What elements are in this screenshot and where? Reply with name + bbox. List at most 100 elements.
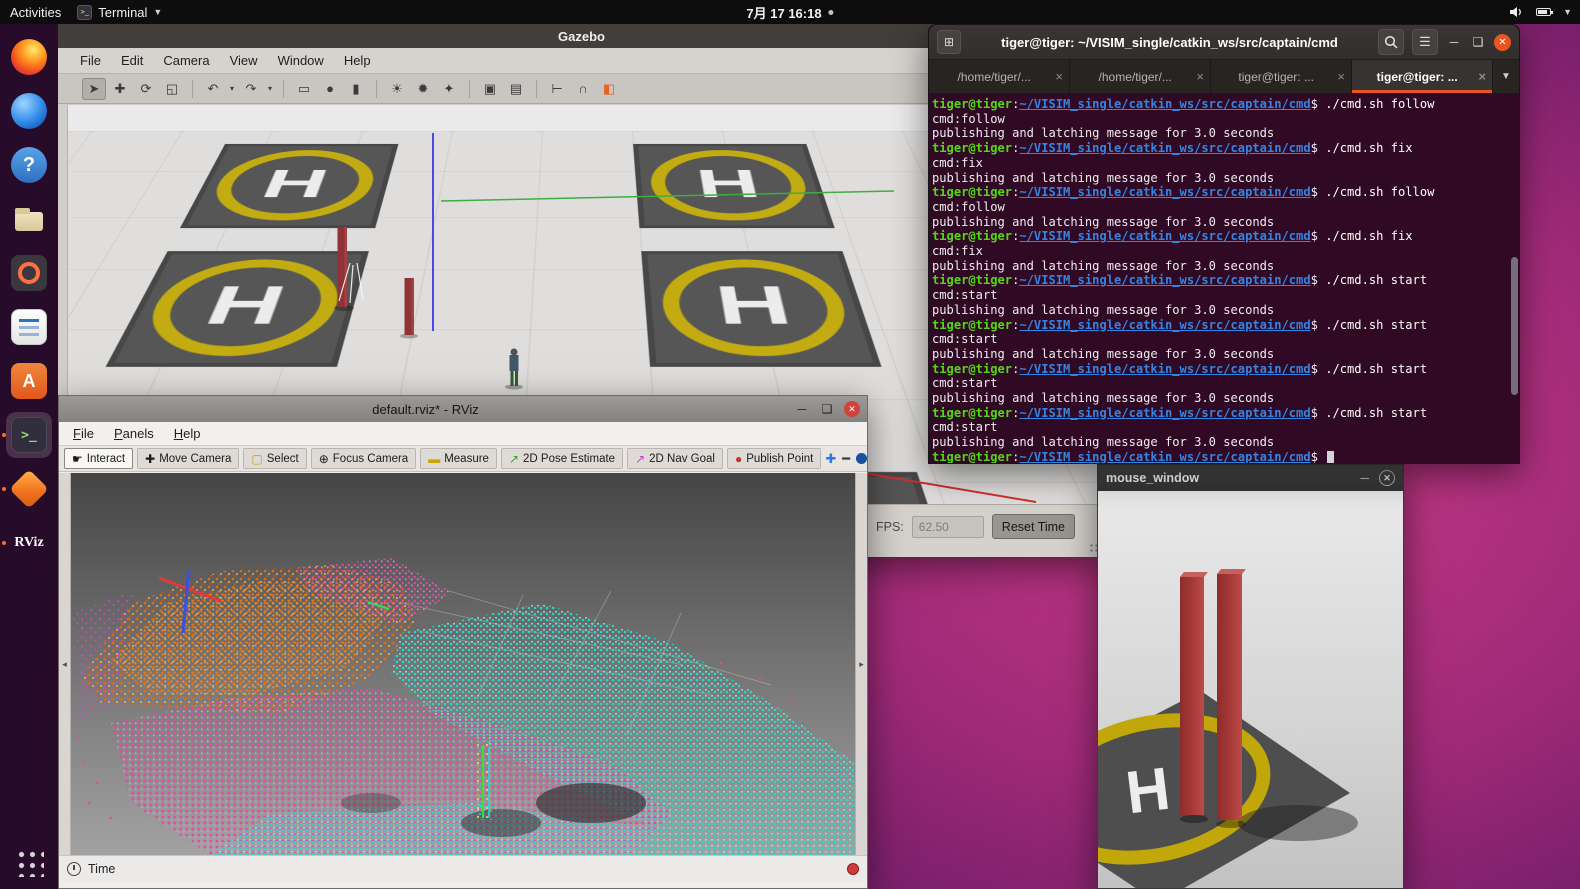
toolbar-separator <box>192 80 193 98</box>
gazebo-menu-edit[interactable]: Edit <box>111 50 153 71</box>
undo-button[interactable]: ↶ <box>201 78 225 100</box>
terminal-tab-1[interactable]: /home/tiger/...× <box>929 60 1070 93</box>
tool-label: 2D Nav Goal <box>649 453 715 465</box>
select-tool[interactable]: ➤ <box>82 78 106 100</box>
translate-tool[interactable]: ✚ <box>108 78 132 100</box>
spot-light-button[interactable]: ✦ <box>437 78 461 100</box>
terminal-output[interactable]: tiger@tiger:~/VISIM_single/catkin_ws/src… <box>929 95 1519 463</box>
rviz-menu-file[interactable]: File <box>63 423 104 444</box>
gazebo-menu-file[interactable]: File <box>70 50 111 71</box>
panel-close-icon[interactable] <box>847 863 859 875</box>
firefox-icon <box>11 39 47 75</box>
minimize-button[interactable]: ─ <box>1360 471 1369 485</box>
activities-button[interactable]: Activities <box>10 5 61 20</box>
rviz-3d-view[interactable]: ◂ ▸ <box>59 473 867 855</box>
x-axis-line <box>864 473 1036 502</box>
redo-button[interactable]: ↷ <box>239 78 263 100</box>
box-shape-button[interactable]: ▭ <box>292 78 316 100</box>
snap-button[interactable]: ∩ <box>571 78 595 100</box>
tab-close-button[interactable]: × <box>1478 69 1486 84</box>
rviz-tool-select[interactable]: ▢Select <box>243 448 306 469</box>
search-button[interactable] <box>1378 29 1404 55</box>
rviz-toolbar: ☛Interact✚Move Camera▢Select⊕Focus Camer… <box>59 446 867 472</box>
terminal-line: cmd:follow <box>932 112 1516 127</box>
terminal-tab-4[interactable]: tiger@tiger: ...× <box>1352 60 1493 93</box>
maximize-button[interactable]: ❑ <box>819 402 835 416</box>
sun-light-button[interactable]: ☀ <box>385 78 409 100</box>
views-panel-handle[interactable]: ▸ <box>855 473 867 855</box>
mouse-window-titlebar[interactable]: mouse_window ─ ✕ <box>1098 465 1403 491</box>
terminal-tab-3[interactable]: tiger@tiger: ...× <box>1211 60 1352 93</box>
terminal-tab-2[interactable]: /home/tiger/... × <box>1070 60 1211 93</box>
tab-close-button[interactable]: × <box>1337 69 1345 84</box>
gazebo-menu-camera[interactable]: Camera <box>153 50 219 71</box>
dock-item-libreoffice-writer[interactable] <box>6 304 52 350</box>
rviz-tool-focus-camera[interactable]: ⊕Focus Camera <box>311 448 416 469</box>
scale-tool[interactable]: ◱ <box>160 78 184 100</box>
prompt-user: tiger@tiger <box>932 229 1012 243</box>
running-indicator <box>2 433 6 437</box>
rotate-tool[interactable]: ⟳ <box>134 78 158 100</box>
undo-history-button[interactable]: ▾ <box>227 78 237 100</box>
gazebo-menu-window[interactable]: Window <box>268 50 334 71</box>
rviz-tool-publish-point[interactable]: ●Publish Point <box>727 448 821 469</box>
clock-menu[interactable]: 7月 17 16:18 <box>746 3 833 22</box>
rviz-tool-2d-nav-goal[interactable]: ↗2D Nav Goal <box>627 448 723 469</box>
point-light-button[interactable]: ✹ <box>411 78 435 100</box>
rviz-tool-measure[interactable]: ▬Measure <box>420 448 497 469</box>
rviz-tool-interact[interactable]: ☛Interact <box>64 448 133 469</box>
gazebo-menu-help[interactable]: Help <box>334 50 381 71</box>
dock-item-terminal[interactable]: >_ <box>6 412 52 458</box>
close-button[interactable]: ✕ <box>1379 470 1395 486</box>
remove-tool-button[interactable]: ━ <box>842 451 850 467</box>
redo-history-button[interactable]: ▾ <box>265 78 275 100</box>
focused-app-menu[interactable]: >_ Terminal ▼ <box>77 5 162 20</box>
messenger-icon <box>11 93 47 129</box>
add-tool-button[interactable]: ✚ <box>825 451 836 467</box>
tab-label: /home/tiger/... <box>1078 70 1192 84</box>
sphere-shape-button[interactable]: ● <box>318 78 342 100</box>
gazebo-menu-view[interactable]: View <box>220 50 268 71</box>
tab-close-button[interactable]: × <box>1196 69 1204 84</box>
prompt-dollar: $ <box>1311 406 1326 420</box>
measure-icon: ▬ <box>428 453 440 465</box>
tab-close-button[interactable]: × <box>1055 69 1063 84</box>
dock-item-help[interactable]: ? <box>6 142 52 188</box>
minimize-button[interactable]: ─ <box>1446 35 1462 49</box>
dock-item-rviz[interactable]: RViz <box>6 520 52 566</box>
close-button[interactable]: ✕ <box>844 401 860 417</box>
rviz-tool-2d-pose-estimate[interactable]: ↗2D Pose Estimate <box>501 448 623 469</box>
close-button[interactable]: ✕ <box>1494 34 1511 51</box>
displays-panel-handle[interactable]: ◂ <box>59 473 71 855</box>
dock-item-gazebo[interactable] <box>6 466 52 512</box>
rviz-menu-panels[interactable]: Panels <box>104 423 164 444</box>
tab-list-caret[interactable]: ▼ <box>1493 60 1519 93</box>
system-status-area[interactable]: ▼ <box>1508 5 1572 19</box>
dock-item-rhythmbox[interactable] <box>6 250 52 296</box>
dock-item-messenger[interactable] <box>6 88 52 134</box>
dock-item-ubuntu-software[interactable]: A <box>6 358 52 404</box>
cylinder-shape-button[interactable]: ▮ <box>344 78 368 100</box>
rviz-tool-move-camera[interactable]: ✚Move Camera <box>137 448 239 469</box>
paste-button[interactable]: ▤ <box>504 78 528 100</box>
align-button[interactable]: ⊢ <box>545 78 569 100</box>
terminal-line: publishing and latching message for 3.0 … <box>932 259 1516 274</box>
maximize-button[interactable]: ❑ <box>1470 35 1486 49</box>
prompt-path: ~/VISIM_single/catkin_ws/src/captain/cmd <box>1019 362 1310 376</box>
reset-time-button[interactable]: Reset Time <box>992 514 1075 539</box>
copy-button[interactable]: ▣ <box>478 78 502 100</box>
minimize-button[interactable]: ─ <box>794 402 810 416</box>
terminal-headerbar[interactable]: ⊞ tiger@tiger: ~/VISIM_single/catkin_ws/… <box>929 25 1519 60</box>
dock-item-files[interactable] <box>6 196 52 242</box>
terminal-scrollbar[interactable] <box>1511 257 1518 395</box>
menu-button[interactable]: ☰ <box>1412 29 1438 55</box>
prompt-dollar: $ <box>1311 185 1326 199</box>
dock-item-firefox[interactable] <box>6 34 52 80</box>
rviz-menu-help[interactable]: Help <box>164 423 211 444</box>
helipad-letter: H <box>1122 755 1173 827</box>
prompt-user: tiger@tiger <box>932 450 1012 463</box>
dock-item-show-applications[interactable] <box>6 839 52 885</box>
rviz-titlebar[interactable]: default.rviz* - RViz ─ ❑ ✕ <box>59 396 867 422</box>
view-angle-button[interactable]: ◧ <box>597 78 621 100</box>
window-switcher-icon[interactable]: ⊞ <box>937 30 961 54</box>
